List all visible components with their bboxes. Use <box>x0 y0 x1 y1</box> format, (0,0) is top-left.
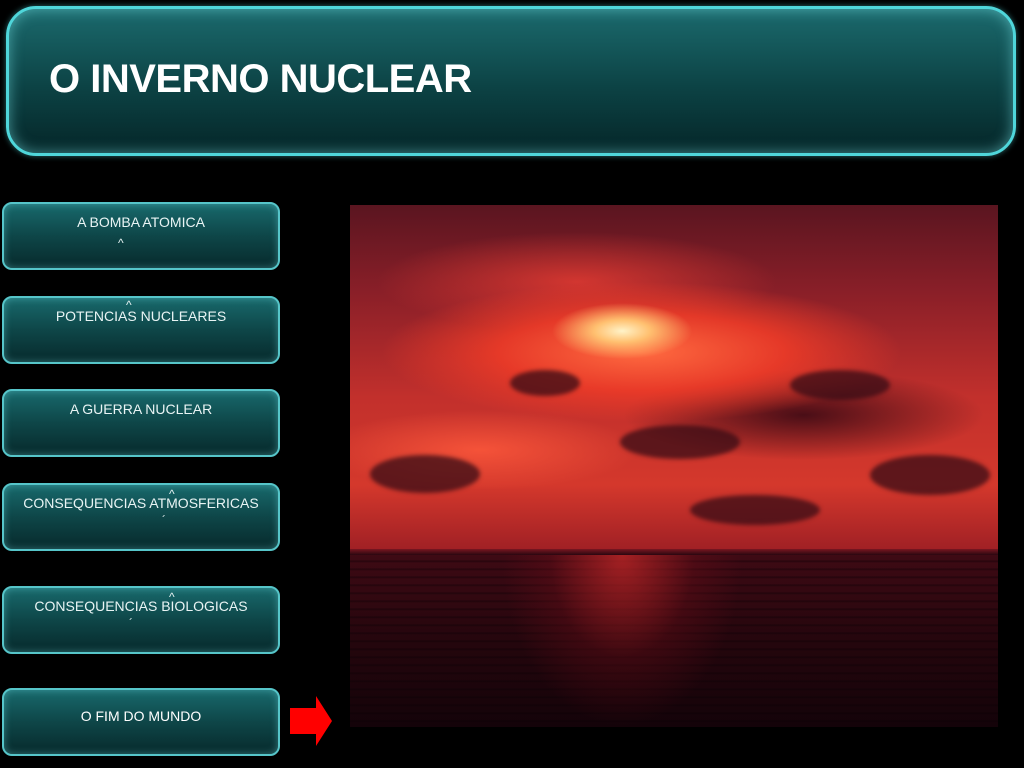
photo-cloud <box>870 455 990 495</box>
photo-cloud <box>370 455 480 493</box>
nav-button-consequencias-biologicas[interactable]: CONSEQUENCIAS BIOLOGICAS ^ ´ <box>2 586 280 654</box>
accent-mark: ´ <box>129 616 133 630</box>
photo-cloud <box>510 370 580 396</box>
accent-mark: ^ <box>169 590 175 604</box>
nav-button-label: POTENCIAS NUCLEARES <box>55 308 227 324</box>
right-arrow-icon[interactable] <box>290 696 332 746</box>
accent-mark: ^ <box>169 487 175 501</box>
nav-button-label: A GUERRA NUCLEAR <box>69 401 213 417</box>
photo-cloud <box>620 425 740 459</box>
slide: O INVERNO NUCLEAR A BOMBA ATOMICA ^ POTE… <box>0 0 1024 768</box>
nav-button-consequencias-atmosfericas[interactable]: CONSEQUENCIAS ATMOSFERICAS ^ ´ <box>2 483 280 551</box>
photo-sea <box>350 555 998 727</box>
nav-button-label: CONSEQUENCIAS ATMOSFERICAS <box>23 495 259 511</box>
nav-button-guerra-nuclear[interactable]: A GUERRA NUCLEAR <box>2 389 280 457</box>
nav-button-label: O FIM DO MUNDO <box>80 708 202 724</box>
nav-button-fim-do-mundo[interactable]: O FIM DO MUNDO <box>2 688 280 756</box>
nav-button-label: CONSEQUENCIAS BIOLOGICAS <box>34 598 248 614</box>
accent-mark: ´ <box>162 513 166 527</box>
photo-sky <box>350 205 998 555</box>
accent-mark: ^ <box>118 236 124 250</box>
nav-button-bomba-atomica[interactable]: A BOMBA ATOMICA ^ <box>2 202 280 270</box>
nav-button-label: A BOMBA ATOMICA <box>77 214 205 230</box>
page-title: O INVERNO NUCLEAR <box>49 57 472 101</box>
photo-cloud <box>690 495 820 525</box>
nav-button-potencias-nucleares[interactable]: POTENCIAS NUCLEARES ^ <box>2 296 280 364</box>
photo-cloud <box>790 370 890 400</box>
title-banner: O INVERNO NUCLEAR <box>6 6 1016 156</box>
accent-mark: ^ <box>126 298 132 312</box>
nuclear-sunset-photo <box>350 205 998 727</box>
